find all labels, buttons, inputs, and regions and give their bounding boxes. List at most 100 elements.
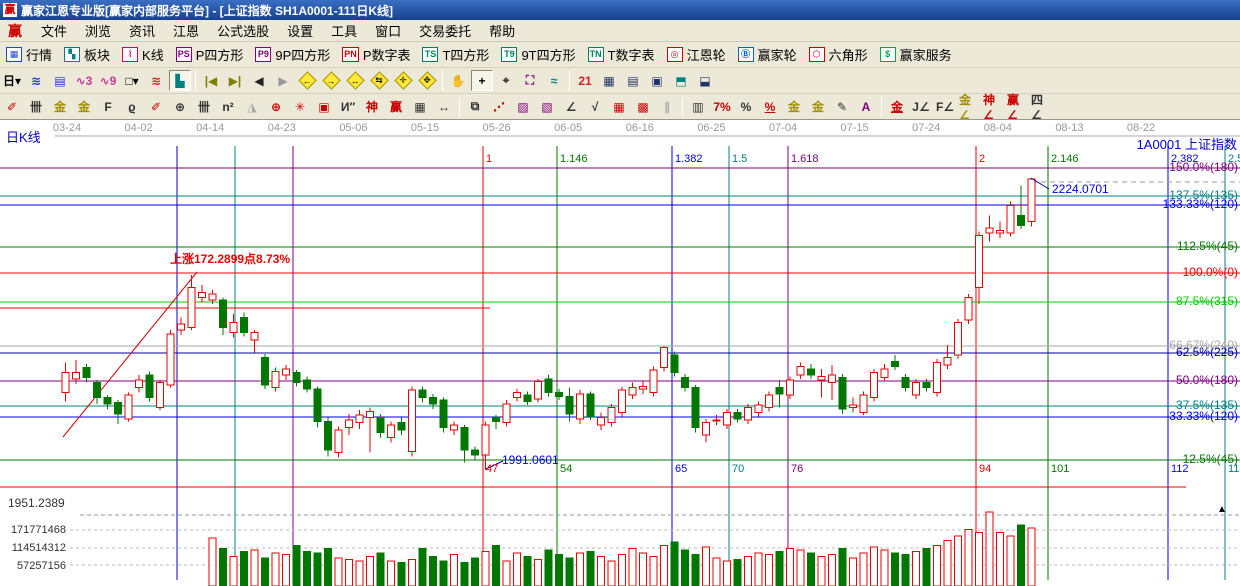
tool-button-print-screen[interactable]: ⬓ (694, 70, 716, 91)
draw-button-check-wave[interactable]: √ (584, 96, 606, 117)
draw-button-gold-ruler-2[interactable]: 金 (73, 96, 95, 117)
draw-button-target-red[interactable]: ⊕ (265, 96, 287, 117)
draw-button-shen-ruler[interactable]: 神 (361, 96, 383, 117)
draw-button-ruler-2[interactable]: 卌 (193, 96, 215, 117)
draw-button-gold-ruler-1[interactable]: 金 (49, 96, 71, 117)
main-toolbar: ▦行情▚板块⌇K线PSP四方形P99P四方形PNP数字表TST四方形T99T四方… (0, 42, 1240, 68)
tool-button-color-chart[interactable]: ▙ (169, 70, 191, 91)
draw-button-spiral-ruler[interactable]: ϱ (121, 96, 143, 117)
kline-chart-panel[interactable]: 日K线 1A0001 上证指数 1951.2389 03-2404-0204-1… (0, 120, 1240, 586)
draw-button-gann-fan-box2[interactable]: ▧ (536, 96, 558, 117)
draw-button-scale-ruler[interactable]: 卌 (25, 96, 47, 117)
menu-item-6[interactable]: 工具 (322, 19, 366, 42)
draw-button-gold-angle[interactable]: 金∠ (958, 96, 980, 117)
draw-button-percent[interactable]: % (735, 96, 757, 117)
draw-button-h-measure[interactable]: ↔ (433, 96, 455, 117)
toolbar-button-p-square[interactable]: PSP四方形 (172, 44, 248, 65)
toolbar-button-t-square[interactable]: TST四方形 (418, 44, 493, 65)
draw-button-n-square-ruler[interactable]: n² (217, 96, 239, 117)
draw-button-pen-ruler[interactable]: ✐ (145, 96, 167, 117)
tool-button-info-doc[interactable]: ▤ (49, 70, 71, 91)
draw-button-angle-lines[interactable]: ∠ (560, 96, 582, 117)
draw-button-grid-red-1[interactable]: ▦ (608, 96, 630, 117)
draw-button-number-grid[interactable]: ▦ (409, 96, 431, 117)
menu-item-1[interactable]: 浏览 (76, 19, 120, 42)
draw-button-pencil-measure[interactable]: ✎ (831, 96, 853, 117)
draw-button-flag-tool[interactable]: ◮ (241, 96, 263, 117)
toolbar-button-sectors[interactable]: ▚板块 (60, 44, 114, 65)
tool-button-seek-first[interactable]: |◀ (200, 70, 222, 91)
tool-button-calendar[interactable]: 21 (574, 70, 596, 91)
tool-button-period-day-dropdown[interactable]: 日▾ (1, 70, 23, 91)
menu-item-4[interactable]: 公式选股 (208, 19, 278, 42)
tool-button-expand-horizontal[interactable]: ↔ (344, 70, 366, 91)
draw-button-gold-underline[interactable]: 金 (886, 96, 908, 117)
draw-button-gold-circle[interactable]: 金 (783, 96, 805, 117)
tool-button-compress-all[interactable]: ✛ (392, 70, 414, 91)
tool-button-wave-tool[interactable]: ≈ (543, 70, 565, 91)
menu-item-2[interactable]: 资讯 (120, 19, 164, 42)
toolbar-button-kline[interactable]: ⌇K线 (118, 44, 168, 65)
draw-button-parallel-lines[interactable]: ∥ (656, 96, 678, 117)
tool-button-step-back[interactable]: ◀ (248, 70, 270, 91)
divider-marker-triangle[interactable]: ▲ (1217, 504, 1227, 516)
draw-button-grid-red-2[interactable]: ▩ (632, 96, 654, 117)
draw-button-gold-line[interactable]: 金 (807, 96, 829, 117)
tool-button-seek-last[interactable]: ▶| (224, 70, 246, 91)
draw-button-percent-7[interactable]: 7% (711, 96, 733, 117)
tool-button-save[interactable]: ▣ (646, 70, 668, 91)
draw-button-percent-line[interactable]: % (759, 96, 781, 117)
draw-button-win-ruler[interactable]: 赢 (385, 96, 407, 117)
draw-button-f-ruler[interactable]: F (97, 96, 119, 117)
toolbar-button-gann-wheel[interactable]: ◎江恩轮 (663, 44, 730, 65)
draw-button-bars-ruler[interactable]: ▥ (687, 96, 709, 117)
tool-button-compress-horizontal[interactable]: ⇆ (368, 70, 390, 91)
toolbar-button-9p-square[interactable]: P99P四方形 (251, 44, 334, 65)
toolbar-button-winner-wheel[interactable]: Ⓑ赢家轮 (734, 44, 801, 65)
tool-button-gann-box-tool[interactable]: ⛶ (519, 70, 541, 91)
tool-button-crosshair[interactable]: + (471, 70, 493, 91)
tool-button-kline-3[interactable]: ∿3 (73, 70, 95, 91)
draw-button-gann-fan-red[interactable]: ⋰ (488, 96, 510, 117)
tool-button-step-forward[interactable]: ▶ (272, 70, 294, 91)
menu-bar: 赢 文件浏览资讯江恩公式选股设置工具窗口交易委托帮助 (0, 20, 1240, 42)
toolbar-button-p-number-table[interactable]: PNP数字表 (338, 44, 414, 65)
tool-button-pattern-blue[interactable]: ≋ (25, 70, 47, 91)
draw-button-box-tool[interactable]: ⧉ (464, 96, 486, 117)
toolbar-button-t-number-table[interactable]: TNT数字表 (584, 44, 659, 65)
toolbar-button-9t-square[interactable]: T99T四方形 (497, 44, 579, 65)
draw-button-starburst[interactable]: ✳ (289, 96, 311, 117)
toolbar-button-hexagon[interactable]: ⬡六角形 (805, 44, 872, 65)
draw-button-four-angle[interactable]: 四∠ (1030, 96, 1052, 117)
tool-button-hand-drag[interactable]: ✋ (447, 70, 469, 91)
menu-item-5[interactable]: 设置 (278, 19, 322, 42)
menu-item-8[interactable]: 交易委托 (410, 19, 480, 42)
tool-button-scroll-left[interactable]: ← (296, 70, 318, 91)
tool-button-pattern-red[interactable]: ≋ (145, 70, 167, 91)
hand-drag-icon: ✋ (451, 74, 466, 88)
draw-button-shen-angle[interactable]: 神∠ (982, 96, 1004, 117)
draw-button-win-angle[interactable]: 赢∠ (1006, 96, 1028, 117)
tool-button-expand-all[interactable]: ✥ (416, 70, 438, 91)
menu-item-3[interactable]: 江恩 (164, 19, 208, 42)
tool-button-calculator[interactable]: ▦ (598, 70, 620, 91)
draw-button-gann-fan-box1[interactable]: ▨ (512, 96, 534, 117)
menu-item-7[interactable]: 窗口 (366, 19, 410, 42)
draw-button-a-wave[interactable]: A (855, 96, 877, 117)
tool-button-notes[interactable]: ▤ (622, 70, 644, 91)
tool-button-zoom-tool[interactable]: ⌖ (495, 70, 517, 91)
tool-button-send-screen[interactable]: ⬒ (670, 70, 692, 91)
draw-button-j-angle[interactable]: J∠ (910, 96, 932, 117)
draw-button-k-mark[interactable]: И″ (337, 96, 359, 117)
menu-item-0[interactable]: 文件 (32, 19, 76, 42)
draw-button-angle-circle[interactable]: ⊕ (169, 96, 191, 117)
toolbar-button-winner-service[interactable]: $赢家服务 (876, 44, 956, 65)
draw-button-draw-pen[interactable]: ✐ (1, 96, 23, 117)
tool-button-scroll-right[interactable]: → (320, 70, 342, 91)
menu-item-9[interactable]: 帮助 (480, 19, 524, 42)
toolbar-button-quotes[interactable]: ▦行情 (2, 44, 56, 65)
tool-button-candle-style-dropdown[interactable]: □▾ (121, 70, 143, 91)
draw-button-gann-grid-box[interactable]: ▣ (313, 96, 335, 117)
draw-button-f-angle[interactable]: F∠ (934, 96, 956, 117)
tool-button-kline-9[interactable]: ∿9 (97, 70, 119, 91)
